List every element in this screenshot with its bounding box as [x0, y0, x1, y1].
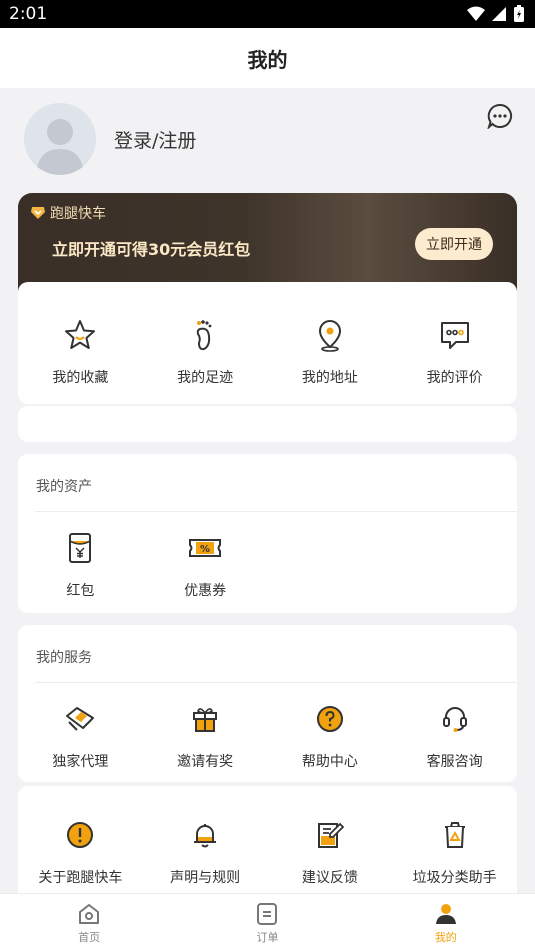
red-packet-icon — [69, 533, 92, 563]
asset-label: 红包 — [66, 583, 95, 599]
tab-label: 我的 — [434, 931, 457, 944]
vip-badge: 跑腿快车 — [30, 203, 106, 223]
svg-text:%: % — [200, 544, 210, 555]
vip-badge-text: 跑腿快车 — [50, 206, 106, 222]
edit-icon — [317, 822, 345, 848]
signal-icon — [492, 7, 506, 21]
service-label: 声明与规则 — [170, 870, 241, 886]
agency-icon — [66, 707, 95, 731]
service-rules[interactable]: 声明与规则 — [143, 817, 268, 887]
service-garbage-sorting[interactable]: 垃圾分类助手 — [392, 817, 517, 887]
order-icon — [257, 903, 278, 925]
service-feedback[interactable]: 建议反馈 — [268, 817, 393, 887]
asset-label: 优惠券 — [184, 583, 227, 599]
status-icons — [467, 5, 525, 23]
app-header: 我的 — [0, 28, 535, 88]
assets-grid: 红包 % 优惠券 — [18, 530, 517, 600]
quick-links-card: 我的收藏 我的足迹 我的地址 我的评价 — [18, 282, 517, 404]
service-label: 客服咨询 — [426, 754, 483, 770]
quick-link-label: 我的评价 — [426, 370, 483, 386]
tab-mine[interactable]: 我的 — [357, 894, 535, 951]
quick-link-footprints[interactable]: 我的足迹 — [143, 317, 268, 387]
section-title: 我的资产 — [36, 479, 92, 495]
service-invite[interactable]: 邀请有奖 — [143, 701, 268, 771]
chat-bubble-icon — [487, 103, 512, 130]
footprint-icon — [196, 320, 212, 351]
service-label: 邀请有奖 — [177, 754, 234, 770]
battery-icon — [514, 5, 524, 22]
star-icon — [65, 320, 96, 349]
tab-home[interactable]: 首页 — [0, 894, 178, 951]
service-about[interactable]: 关于跑腿快车 — [18, 817, 143, 887]
service-label: 建议反馈 — [301, 870, 358, 886]
quick-links-grid: 我的收藏 我的足迹 我的地址 我的评价 — [18, 317, 517, 387]
comment-icon — [440, 322, 469, 349]
asset-red-packet[interactable]: 红包 — [18, 530, 143, 600]
home-icon — [79, 904, 100, 924]
info-icon — [67, 822, 94, 848]
headset-icon — [442, 707, 467, 732]
quick-link-label: 我的收藏 — [52, 370, 109, 386]
login-register-link[interactable]: 登录/注册 — [114, 126, 196, 153]
asset-coupon[interactable]: % 优惠券 — [143, 530, 268, 600]
service-agency[interactable]: 独家代理 — [18, 701, 143, 771]
quick-link-label: 我的足迹 — [177, 370, 234, 386]
services-grid: 独家代理 邀请有奖 帮助中心 客服咨询 — [18, 701, 517, 771]
status-bar: 2:01 — [0, 0, 535, 28]
service-label: 帮助中心 — [301, 754, 358, 770]
tab-label: 订单 — [256, 931, 279, 944]
vip-activate-button[interactable]: 立即开通 — [415, 228, 493, 260]
assets-card: 我的资产 红包 % 优惠券 — [18, 454, 517, 613]
quick-link-reviews[interactable]: 我的评价 — [392, 317, 517, 387]
default-avatar-icon — [36, 119, 84, 175]
tab-label: 首页 — [78, 931, 101, 944]
bottom-tab-bar: 首页 订单 我的 — [0, 893, 535, 951]
service-label: 关于跑腿快车 — [38, 870, 123, 886]
vip-promo-text: 立即开通可得30元会员红包 — [52, 240, 251, 259]
user-icon — [435, 904, 456, 924]
service-label: 独家代理 — [52, 754, 109, 770]
status-time: 2:01 — [9, 4, 48, 24]
more-services-grid: 关于跑腿快车 声明与规则 建议反馈 垃圾分类助手 — [18, 817, 517, 887]
quick-link-address[interactable]: 我的地址 — [268, 317, 393, 387]
section-title: 我的服务 — [36, 650, 92, 666]
more-services-card: 关于跑腿快车 声明与规则 建议反馈 垃圾分类助手 — [18, 786, 517, 906]
wifi-icon — [467, 6, 485, 21]
service-customer-support[interactable]: 客服咨询 — [392, 701, 517, 771]
profile-section: 登录/注册 — [0, 88, 535, 193]
coupon-icon: % — [189, 539, 222, 557]
tab-orders[interactable]: 订单 — [178, 894, 356, 951]
gift-icon — [193, 708, 218, 732]
divider — [35, 511, 517, 512]
divider — [35, 682, 517, 683]
empty-card — [18, 406, 517, 442]
bell-icon — [194, 824, 217, 848]
service-label: 垃圾分类助手 — [412, 870, 497, 886]
help-icon — [316, 706, 343, 732]
page-title: 我的 — [247, 47, 288, 72]
message-button[interactable] — [487, 103, 513, 133]
avatar[interactable] — [24, 103, 96, 175]
vip-banner[interactable]: 跑腿快车 立即开通可得30元会员红包 立即开通 — [18, 193, 517, 293]
quick-link-favorites[interactable]: 我的收藏 — [18, 317, 143, 387]
service-help[interactable]: 帮助中心 — [268, 701, 393, 771]
location-pin-icon — [318, 319, 341, 352]
quick-link-label: 我的地址 — [301, 370, 358, 386]
services-card: 我的服务 独家代理 邀请有奖 帮助中心 客服咨询 — [18, 625, 517, 782]
recycle-bin-icon — [444, 822, 465, 848]
crown-heart-icon — [31, 207, 45, 219]
